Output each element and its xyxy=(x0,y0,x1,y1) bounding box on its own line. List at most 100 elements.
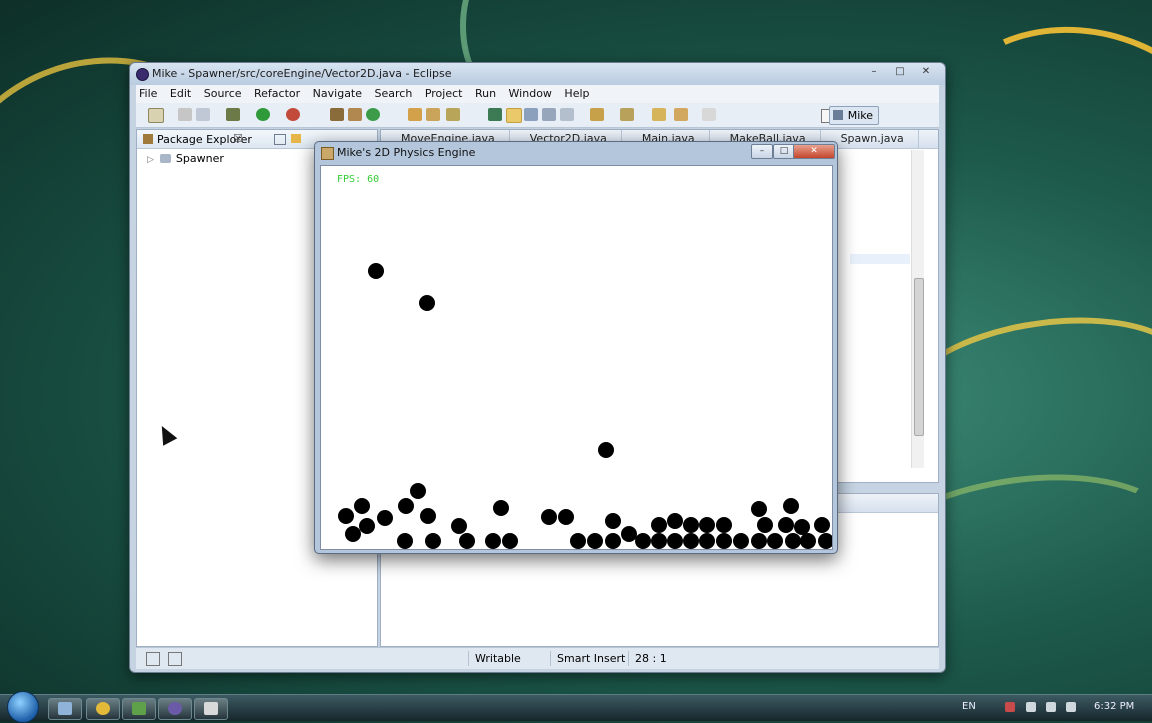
ball xyxy=(667,513,683,529)
new-icon[interactable] xyxy=(148,108,164,123)
ball xyxy=(716,533,732,549)
chrome-icon xyxy=(96,702,110,715)
ball xyxy=(345,526,361,542)
block-selection-icon[interactable] xyxy=(524,108,538,121)
ball xyxy=(683,533,699,549)
debug-icon[interactable] xyxy=(226,108,240,121)
menu-search[interactable]: Search xyxy=(375,85,413,103)
status-cursor-position: 28 : 1 xyxy=(628,651,705,666)
physics-window-title: Mike's 2D Physics Engine xyxy=(337,146,476,159)
ball xyxy=(398,498,414,514)
ball xyxy=(751,501,767,517)
new-class-icon[interactable] xyxy=(366,108,380,121)
perspective-button[interactable]: Mike xyxy=(828,106,879,125)
open-type-icon[interactable] xyxy=(408,108,422,121)
java-icon xyxy=(204,702,218,715)
status-insert-mode: Smart Insert xyxy=(550,651,627,666)
ball xyxy=(502,533,518,549)
back-icon[interactable] xyxy=(674,108,688,121)
physics-minimize-button[interactable]: – xyxy=(751,144,773,159)
eclipse-taskbar-icon xyxy=(168,702,182,715)
toggle-mark-occurrences-icon[interactable] xyxy=(488,108,502,121)
main-toolbar: Mike xyxy=(136,103,939,128)
show-whitespace-icon[interactable] xyxy=(542,108,556,121)
fast-view-icon[interactable] xyxy=(146,652,160,666)
search-icon[interactable] xyxy=(446,108,460,121)
link-with-editor-icon[interactable] xyxy=(291,134,301,143)
tree-item-spawner[interactable]: ▷ Spawner xyxy=(147,152,224,165)
menu-window[interactable]: Window xyxy=(509,85,552,103)
taskbar-eclipse-button[interactable] xyxy=(158,698,192,720)
taskbar-chrome-button[interactable] xyxy=(86,698,120,720)
taskbar-windows-button[interactable] xyxy=(122,698,156,720)
physics-maximize-button[interactable]: □ xyxy=(773,144,795,159)
menu-help[interactable]: Help xyxy=(564,85,589,103)
ball xyxy=(425,533,441,549)
last-edit-location-icon[interactable] xyxy=(652,108,666,121)
console-horizontal-scrollbar[interactable] xyxy=(385,634,920,644)
project-tree: ▷ Spawner xyxy=(147,152,224,165)
previous-annotation-icon[interactable] xyxy=(620,108,634,121)
editor-vertical-scrollbar[interactable] xyxy=(911,150,924,468)
save-icon[interactable] xyxy=(178,108,192,121)
expand-icon[interactable]: ▷ xyxy=(147,155,154,165)
trim-stack-icon[interactable] xyxy=(168,652,182,666)
eclipse-titlebar[interactable]: Mike - Spawner/src/coreEngine/Vector2D.j… xyxy=(130,63,945,85)
balls-layer xyxy=(338,263,832,549)
paragraph-icon[interactable] xyxy=(560,108,574,121)
maximize-button[interactable]: □ xyxy=(889,65,911,79)
ball xyxy=(598,442,614,458)
ball xyxy=(605,533,621,549)
taskbar-explorer-button[interactable] xyxy=(48,698,82,720)
run-icon[interactable] xyxy=(256,108,270,121)
ball xyxy=(493,500,509,516)
volume-icon[interactable] xyxy=(1066,702,1076,712)
open-task-icon[interactable] xyxy=(426,108,440,121)
clock[interactable]: 6:32 PM xyxy=(1094,701,1134,712)
taskbar-java-button[interactable] xyxy=(194,698,228,720)
forward-icon[interactable] xyxy=(702,108,716,121)
flag-tray-icon[interactable] xyxy=(1005,702,1015,712)
windows-flag-icon xyxy=(132,702,146,715)
status-bar: Writable Smart Insert 28 : 1 xyxy=(136,647,939,669)
ball xyxy=(338,508,354,524)
scrollbar-thumb[interactable] xyxy=(914,278,924,436)
network-icon[interactable] xyxy=(1046,702,1056,712)
physics-canvas: FPS: 60 xyxy=(320,165,833,550)
taskbar: EN 6:32 PM xyxy=(0,691,1152,723)
menu-refactor[interactable]: Refactor xyxy=(254,85,300,103)
language-indicator[interactable]: EN xyxy=(962,701,976,712)
ball xyxy=(767,533,783,549)
ball xyxy=(635,533,651,549)
action-center-icon[interactable] xyxy=(1026,702,1036,712)
status-writable: Writable xyxy=(468,651,547,666)
ball xyxy=(699,517,715,533)
ball xyxy=(587,533,603,549)
menu-file[interactable]: File xyxy=(139,85,157,103)
toggle-highlight-icon[interactable] xyxy=(506,108,522,123)
ball xyxy=(368,263,384,279)
ball xyxy=(558,509,574,525)
minimize-button[interactable]: – xyxy=(863,65,885,79)
ball xyxy=(621,526,637,542)
menu-run[interactable]: Run xyxy=(475,85,496,103)
ball xyxy=(699,533,715,549)
new-java-project-icon[interactable] xyxy=(330,108,344,121)
ball xyxy=(757,517,773,533)
close-icon[interactable]: ☒ xyxy=(233,132,243,145)
new-package-icon[interactable] xyxy=(348,108,362,121)
physics-window: Mike's 2D Physics Engine – □ ✕ FPS: 60 xyxy=(314,141,838,554)
print-icon[interactable] xyxy=(196,108,210,121)
menu-project[interactable]: Project xyxy=(425,85,463,103)
physics-close-button[interactable]: ✕ xyxy=(793,144,835,159)
menu-source[interactable]: Source xyxy=(204,85,242,103)
start-button[interactable] xyxy=(7,691,39,723)
next-annotation-icon[interactable] xyxy=(590,108,604,121)
menu-edit[interactable]: Edit xyxy=(170,85,191,103)
perspective-icon xyxy=(832,110,843,120)
menu-navigate[interactable]: Navigate xyxy=(313,85,362,103)
collapse-all-icon[interactable] xyxy=(274,134,286,145)
close-button[interactable]: ✕ xyxy=(915,65,937,79)
ball xyxy=(354,498,370,514)
external-tools-icon[interactable] xyxy=(286,108,300,121)
